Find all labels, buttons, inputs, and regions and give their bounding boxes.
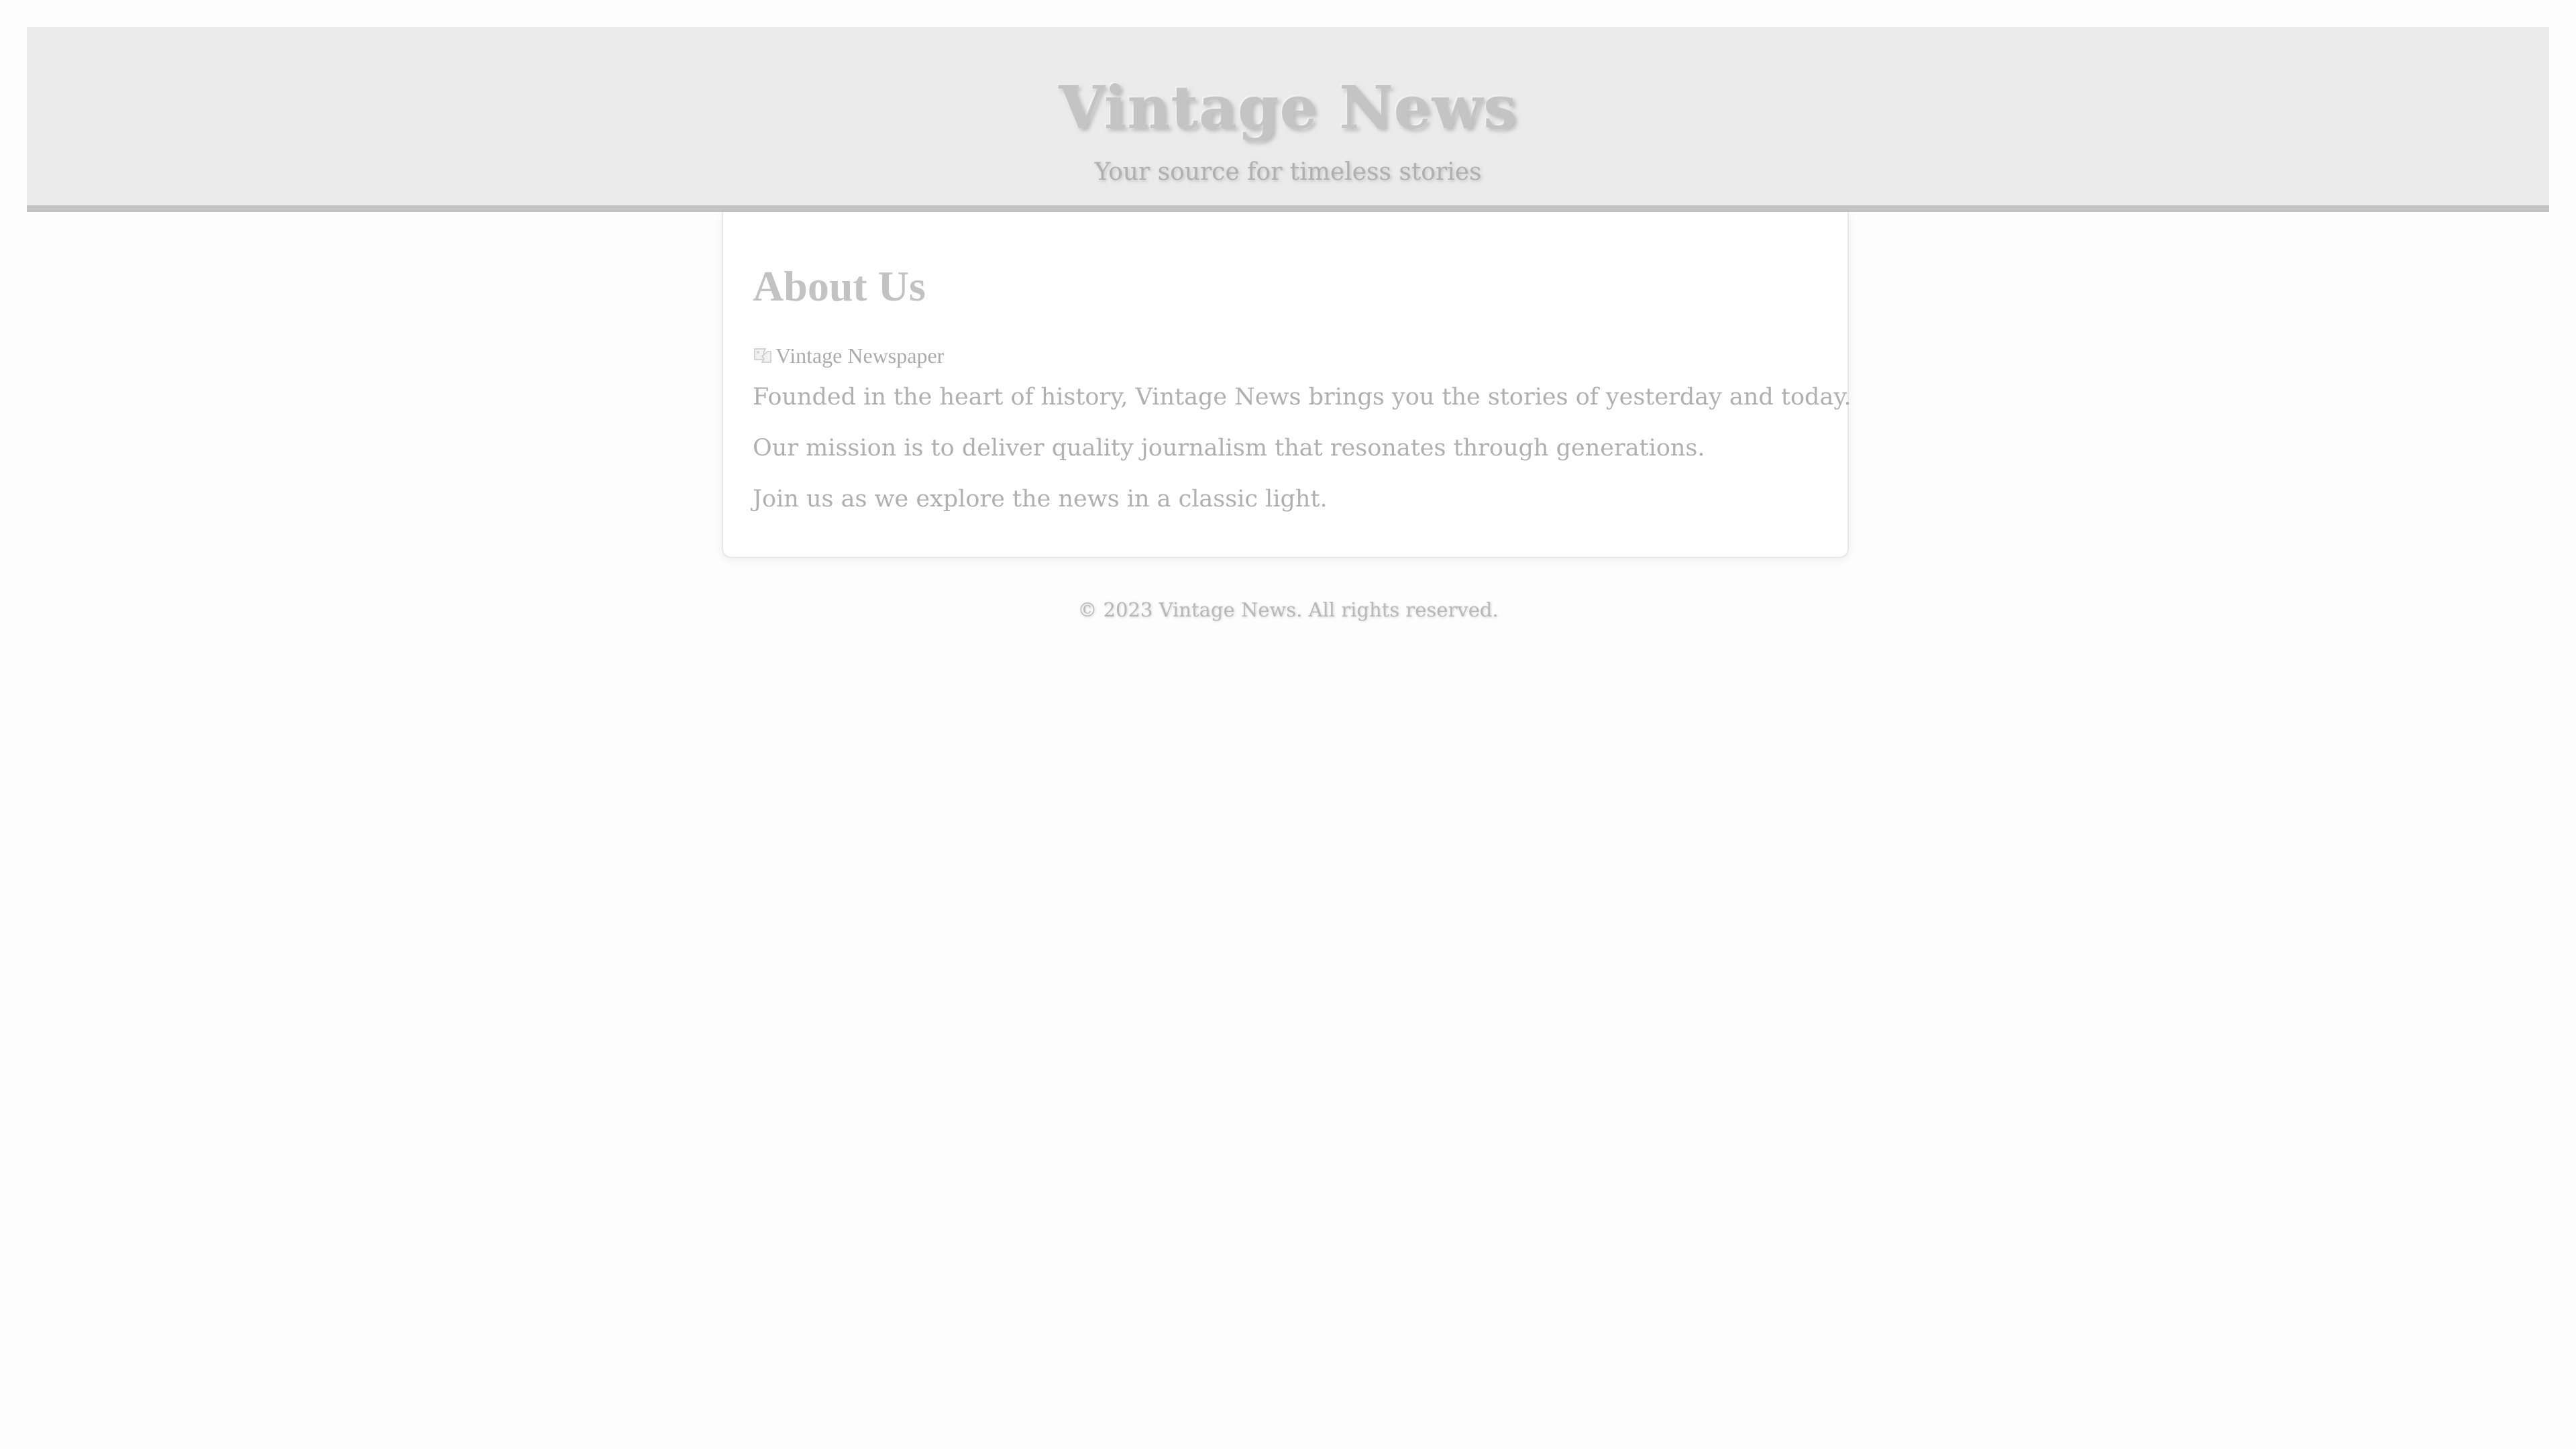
about-section: About Us Vintage Newspaper Founded in th… xyxy=(722,212,1851,558)
about-paragraph: Our mission is to deliver quality journa… xyxy=(753,435,1705,462)
site-tagline: Your source for timeless stories xyxy=(1094,158,1482,186)
about-paragraph: Join us as we explore the news in a clas… xyxy=(753,486,1328,513)
site-title: Vintage News xyxy=(1059,72,1517,142)
about-paragraph: Founded in the heart of history, Vintage… xyxy=(753,384,1851,411)
site-footer: © 2023 Vintage News. All rights reserved… xyxy=(1077,598,1499,621)
image-alt-text: Vintage Newspaper xyxy=(775,343,945,368)
broken-image-icon xyxy=(753,345,773,366)
about-heading: About Us xyxy=(753,262,926,310)
vintage-newspaper-image: Vintage Newspaper xyxy=(753,341,944,370)
site-header: Vintage News Your source for timeless st… xyxy=(27,27,2549,212)
